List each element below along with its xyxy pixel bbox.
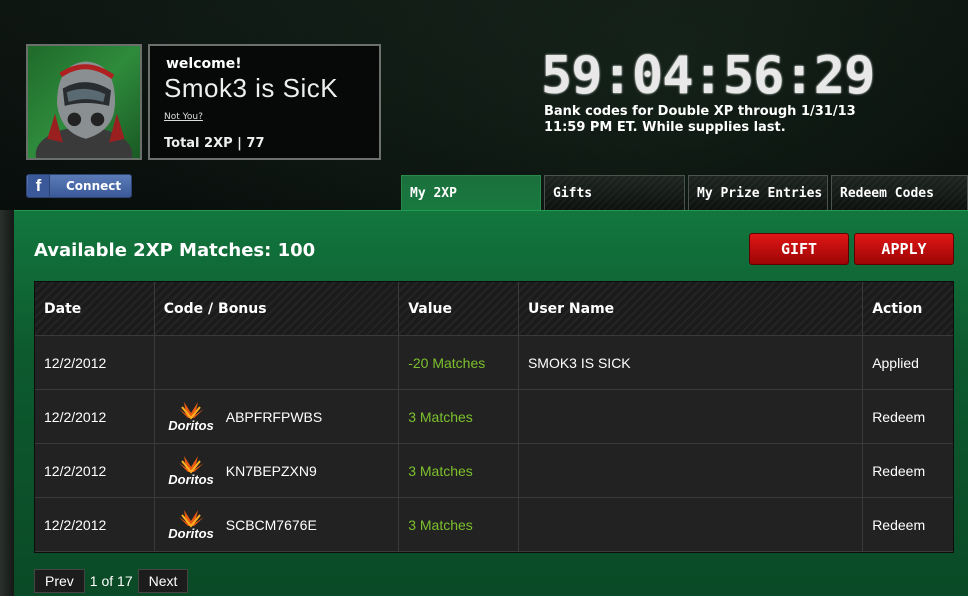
table-header-row: Date Code / Bonus Value User Name Action [35,282,953,336]
cell-user [518,390,864,444]
tab-bar: My 2XP Gifts My Prize Entries Redeem Cod… [401,175,968,211]
main-panel: Available 2XP Matches: 100 GIFT APPLY Da… [14,210,968,596]
facebook-icon: f [28,175,50,197]
svg-text:Doritos: Doritos [168,418,214,433]
matches-table: Date Code / Bonus Value User Name Action… [34,281,954,553]
table-row: 12/2/2012 Doritos SCBCM7676E 3 Matches R… [35,498,953,552]
tab-label: My Prize Entries [697,186,823,201]
tab-label: Gifts [553,186,593,201]
cell-user [518,444,864,498]
left-edge-decoration [0,210,14,596]
apply-button[interactable]: APPLY [854,233,954,265]
cell-date: 12/2/2012 [35,336,155,390]
facebook-connect-button[interactable]: f Connect [26,174,132,198]
cell-action: Applied [863,336,953,390]
code-text: KN7BEPZXN9 [225,462,317,479]
pagination: Prev 1 of 17 Next [34,569,189,593]
redeem-link[interactable]: Redeem [863,498,953,552]
countdown-timer: 59:04:56:29 [541,46,875,106]
cell-code: Doritos KN7BEPZXN9 [154,444,400,498]
gift-button[interactable]: GIFT [749,233,849,265]
tab-gifts[interactable]: Gifts [544,175,685,211]
column-header-user: User Name [518,282,864,336]
welcome-label: welcome! [166,56,242,72]
cell-user [518,498,864,552]
connect-label: Connect [66,179,122,193]
tab-my-prize-entries[interactable]: My Prize Entries [688,175,828,211]
code-text: ABPFRFPWBS [225,408,323,425]
cell-code: Doritos ABPFRFPWBS [154,390,400,444]
code-text: SCBCM7676E [225,516,317,533]
table-row: 12/2/2012 -20 Matches SMOK3 IS SICK Appl… [35,336,953,390]
column-header-value: Value [399,282,519,336]
column-header-code: Code / Bonus [154,282,400,336]
tab-my-2xp[interactable]: My 2XP [401,175,541,211]
user-name: Smok3 is SicK [164,73,339,103]
svg-text:Doritos: Doritos [168,472,214,487]
page-status: 1 of 17 [89,573,133,589]
table-row: 12/2/2012 Doritos KN7BEPZXN9 3 Matches R… [35,444,953,498]
doritos-logo-icon: Doritos [168,455,214,487]
cell-date: 12/2/2012 [35,390,155,444]
next-button[interactable]: Next [137,569,189,593]
cell-code: Doritos SCBCM7676E [154,498,400,552]
avatar [26,44,142,160]
cell-code [154,336,400,390]
cell-user: SMOK3 IS SICK [518,336,864,390]
table-row: 12/2/2012 Doritos ABPFRFPWBS 3 Matches R… [35,390,953,444]
panel-title: Available 2XP Matches: 100 [34,240,316,261]
cell-value: 3 Matches [399,498,519,552]
promo-text: Bank codes for Double XP through 1/31/13… [544,104,856,135]
column-header-date: Date [35,282,155,336]
tab-label: Redeem Codes [840,186,934,201]
cell-date: 12/2/2012 [35,498,155,552]
tab-redeem-codes[interactable]: Redeem Codes [831,175,968,211]
doritos-logo-icon: Doritos [168,401,214,433]
soldier-avatar-icon [35,61,133,158]
svg-text:Doritos: Doritos [168,526,214,541]
not-you-link[interactable]: Not You? [164,112,203,122]
doritos-logo-icon: Doritos [168,509,214,541]
cell-value: -20 Matches [399,336,519,390]
total-xp: Total 2XP | 77 [164,136,265,151]
redeem-link[interactable]: Redeem [863,390,953,444]
cell-value: 3 Matches [399,390,519,444]
tab-label: My 2XP [410,186,457,201]
prev-button[interactable]: Prev [34,569,85,593]
column-header-action: Action [863,282,953,336]
welcome-box: welcome! Smok3 is SicK Not You? Total 2X… [148,44,381,160]
cell-date: 12/2/2012 [35,444,155,498]
redeem-link[interactable]: Redeem [863,444,953,498]
cell-value: 3 Matches [399,444,519,498]
